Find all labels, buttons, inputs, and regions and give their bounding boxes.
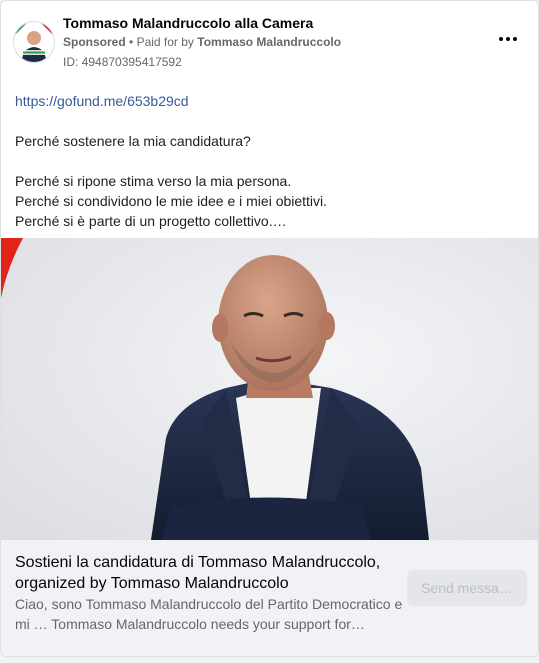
link-preview-description[interactable]: Ciao, sono Tommaso Malandruccolo del Par… <box>15 594 405 634</box>
ad-id: ID: 494870395417592 <box>63 55 182 69</box>
post-text: https://gofund.me/653b29cd Perché sosten… <box>1 79 538 231</box>
ad-post-card: Tommaso Malandruccolo alla Camera Sponso… <box>0 0 539 657</box>
reason-line: Perché si è parte di un progetto collett… <box>15 213 287 229</box>
meta-separator: • <box>129 35 134 49</box>
page-name[interactable]: Tommaso Malandruccolo alla Camera <box>63 15 313 31</box>
reason-line: Perché si ripone stima verso la mia pers… <box>15 173 292 189</box>
post-question: Perché sostenere la mia candidatura? <box>15 133 251 149</box>
page-avatar[interactable] <box>13 21 55 63</box>
ad-image[interactable] <box>1 238 538 540</box>
link-preview-title[interactable]: Sostieni la candidatura di Tommaso Malan… <box>15 552 395 594</box>
reason-line: Perché si condividono le mie idee e i mi… <box>15 193 328 209</box>
avatar-image <box>14 22 54 62</box>
paid-for-name: Tommaso Malandruccolo <box>197 35 342 49</box>
link-preview[interactable]: Sostieni la candidatura di Tommaso Malan… <box>1 540 538 656</box>
paid-for-prefix: Paid for by <box>136 35 194 49</box>
more-options-button[interactable] <box>494 29 522 49</box>
send-message-button[interactable]: Send messa… <box>407 570 527 606</box>
more-horizontal-icon <box>499 37 517 41</box>
sponsored-meta: Sponsored • Paid for by Tommaso Malandru… <box>63 35 341 49</box>
sponsored-label: Sponsored <box>63 35 126 49</box>
post-header: Tommaso Malandruccolo alla Camera Sponso… <box>1 1 538 79</box>
candidate-photo <box>1 238 538 540</box>
gofundme-link[interactable]: https://gofund.me/653b29cd <box>15 91 524 111</box>
